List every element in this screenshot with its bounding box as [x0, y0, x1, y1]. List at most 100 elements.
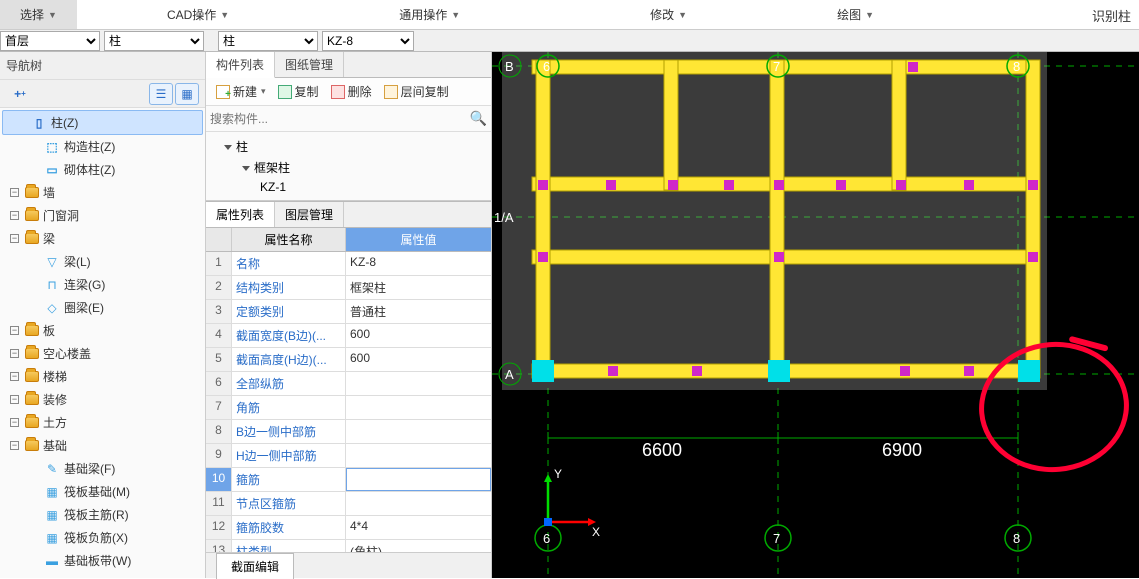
menu-cad[interactable]: CAD操作▼	[147, 0, 249, 29]
nav-item-column[interactable]: ▯柱(Z)	[2, 110, 203, 135]
folder-icon	[25, 440, 39, 451]
nav-item-slab[interactable]: −板	[0, 319, 205, 342]
prop-value[interactable]: 4*4	[346, 516, 491, 539]
nav-item-beam[interactable]: −梁	[0, 227, 205, 250]
add-icon[interactable]: ++	[8, 83, 32, 105]
nav-item-foundation-beam[interactable]: ✎基础梁(F)	[0, 457, 205, 480]
floor-copy-button[interactable]: 层间复制	[378, 83, 455, 100]
section-edit-button[interactable]: 截面编辑	[216, 553, 294, 579]
row-index: 2	[206, 276, 232, 299]
tab-drawings[interactable]: 图纸管理	[275, 52, 344, 77]
prop-value[interactable]: 框架柱	[346, 276, 491, 299]
nav-item-linkbeam[interactable]: ⊓连梁(G)	[0, 273, 205, 296]
dropdown-caret-icon: ▼	[220, 10, 229, 20]
floor-select[interactable]: 首层	[0, 31, 100, 51]
search-input[interactable]	[210, 112, 470, 126]
top-menu-bar: 选择▼ CAD操作▼ 通用操作▼ 修改▼ 绘图▼ 识别柱	[0, 0, 1139, 30]
copy-button[interactable]: 复制	[272, 83, 325, 100]
nav-item-beam-l[interactable]: ▽梁(L)	[0, 250, 205, 273]
property-row[interactable]: 5 截面高度(H边)(... 600	[206, 348, 491, 372]
collapse-icon: −	[10, 349, 19, 358]
property-row[interactable]: 8 B边一侧中部筋	[206, 420, 491, 444]
grid-view-icon[interactable]: ▦	[175, 83, 199, 105]
tab-layers[interactable]: 图层管理	[275, 202, 344, 227]
folder-icon	[25, 348, 39, 359]
prop-value[interactable]	[346, 492, 491, 515]
nav-item-masonry-column[interactable]: ▭砌体柱(Z)	[0, 158, 205, 181]
prop-value[interactable]: 普通柱	[346, 300, 491, 323]
nav-item-raft-neg[interactable]: ▦筏板负筋(X)	[0, 526, 205, 549]
nav-item-earthwork[interactable]: −土方	[0, 411, 205, 434]
property-row[interactable]: 13 柱类型 (角柱)	[206, 540, 491, 552]
svg-text:6: 6	[543, 531, 550, 546]
column-icon: ⬚	[44, 140, 60, 154]
collapse-icon: −	[10, 326, 19, 335]
nav-item-stair[interactable]: −楼梯	[0, 365, 205, 388]
drawing-canvas[interactable]: 6600 6900 6 7 8 6 7 8 B A 1/A	[492, 52, 1139, 578]
prop-value[interactable]	[346, 444, 491, 467]
list-view-icon[interactable]: ☰	[149, 83, 173, 105]
nav-item-door[interactable]: −门窗洞	[0, 204, 205, 227]
search-icon[interactable]: 🔍	[470, 110, 487, 127]
svg-text:7: 7	[773, 59, 780, 74]
category-select-2[interactable]: 柱	[218, 31, 318, 51]
delete-button[interactable]: 删除	[325, 83, 378, 100]
expand-icon	[224, 145, 232, 150]
tab-components[interactable]: 构件列表	[206, 52, 275, 78]
folder-icon	[25, 233, 39, 244]
prop-value[interactable]: 600	[346, 348, 491, 371]
property-row[interactable]: 7 角筋	[206, 396, 491, 420]
row-index: 3	[206, 300, 232, 323]
column-icon: ▭	[44, 163, 60, 177]
collapse-icon: −	[10, 234, 19, 243]
tree-node-root[interactable]: 柱	[212, 136, 485, 157]
prop-value[interactable]: 600	[346, 324, 491, 347]
property-row[interactable]: 12 箍筋胶数 4*4	[206, 516, 491, 540]
nav-item-ringbeam[interactable]: ◇圈梁(E)	[0, 296, 205, 319]
property-row[interactable]: 4 截面宽度(B边)(... 600	[206, 324, 491, 348]
copy-icon	[278, 85, 292, 99]
nav-item-decoration[interactable]: −装修	[0, 388, 205, 411]
menu-common[interactable]: 通用操作▼	[379, 0, 480, 29]
nav-item-hollow[interactable]: −空心楼盖	[0, 342, 205, 365]
prop-value[interactable]: (角柱)	[346, 540, 491, 552]
svg-text:X: X	[592, 525, 600, 539]
component-select[interactable]: KZ-8	[322, 31, 414, 51]
dim-6900: 6900	[882, 440, 922, 460]
tree-node-kz1[interactable]: KZ-1	[212, 178, 485, 196]
nav-item-constructional-column[interactable]: ⬚构造柱(Z)	[0, 135, 205, 158]
tab-properties[interactable]: 属性列表	[206, 202, 275, 227]
new-button[interactable]: 新建▾	[210, 83, 272, 100]
prop-value[interactable]	[346, 372, 491, 395]
property-row[interactable]: 6 全部纵筋	[206, 372, 491, 396]
nav-item-raft[interactable]: ▦筏板基础(M)	[0, 480, 205, 503]
prop-value[interactable]	[346, 420, 491, 443]
prop-value[interactable]: KZ-8	[346, 252, 491, 275]
row-index: 12	[206, 516, 232, 539]
prop-value[interactable]	[346, 396, 491, 419]
nav-item-foundation-strip[interactable]: ▬基础板带(W)	[0, 549, 205, 572]
identify-column-label[interactable]: 识别柱	[1092, 6, 1131, 25]
nav-item-wall[interactable]: −墙	[0, 181, 205, 204]
property-row[interactable]: 10 箍筋	[206, 468, 491, 492]
dropdown-caret-icon: ▼	[48, 10, 57, 20]
property-row[interactable]: 1 名称 KZ-8	[206, 252, 491, 276]
menu-select[interactable]: 选择▼	[0, 0, 77, 29]
nav-item-raft-main[interactable]: ▦筏板主筋(R)	[0, 503, 205, 526]
svg-text:8: 8	[1013, 59, 1020, 74]
folder-icon	[25, 417, 39, 428]
row-index: 4	[206, 324, 232, 347]
menu-modify[interactable]: 修改▼	[630, 0, 707, 29]
row-index: 1	[206, 252, 232, 275]
tree-node-frame[interactable]: 框架柱	[212, 157, 485, 178]
menu-draw[interactable]: 绘图▼	[817, 0, 894, 29]
property-row[interactable]: 3 定额类别 普通柱	[206, 300, 491, 324]
prop-value[interactable]	[346, 468, 491, 491]
item-icon: ▦	[44, 485, 60, 499]
nav-item-foundation[interactable]: −基础	[0, 434, 205, 457]
property-row[interactable]: 11 节点区箍筋	[206, 492, 491, 516]
property-row[interactable]: 2 结构类别 框架柱	[206, 276, 491, 300]
property-row[interactable]: 9 H边一侧中部筋	[206, 444, 491, 468]
category-select-1[interactable]: 柱	[104, 31, 204, 51]
prop-name: 箍筋胶数	[232, 516, 346, 539]
